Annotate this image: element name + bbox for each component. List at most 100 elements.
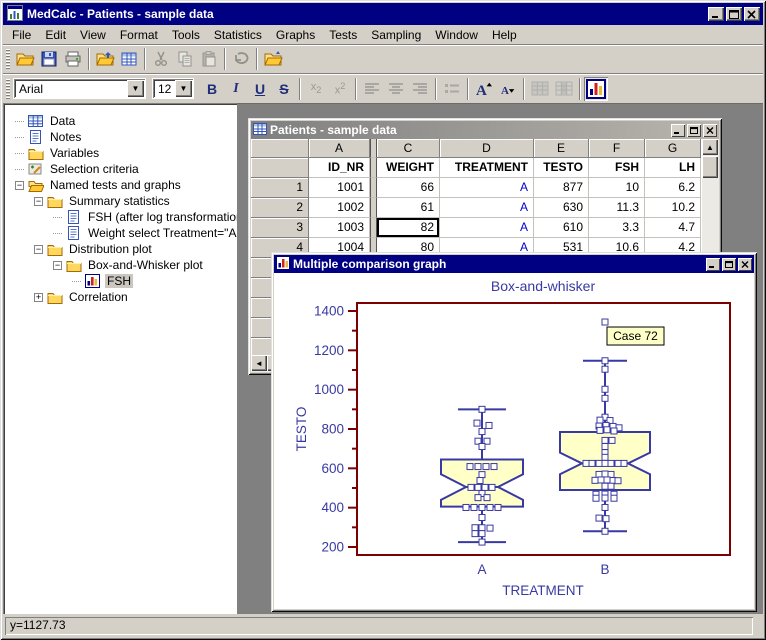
sheet-close-button[interactable] xyxy=(703,124,717,137)
spreadsheet-window-titlebar[interactable]: Patients - sample data xyxy=(251,121,719,139)
spreadsheet-icon[interactable] xyxy=(117,47,141,71)
graph-maximize-button[interactable] xyxy=(722,258,736,271)
menu-item-format[interactable]: Format xyxy=(113,26,165,44)
cell[interactable]: A xyxy=(440,218,534,238)
open-folder-icon[interactable] xyxy=(13,47,37,71)
toolbar-grip[interactable] xyxy=(6,49,10,69)
vscroll-thumb[interactable] xyxy=(702,156,718,178)
menu-item-view[interactable]: View xyxy=(73,26,113,44)
tree-item-data[interactable]: Data xyxy=(3,113,237,129)
cell[interactable]: A xyxy=(440,178,534,198)
minimize-button[interactable] xyxy=(708,7,724,21)
font-decrease-icon[interactable]: A xyxy=(496,77,520,101)
cell[interactable]: 82 xyxy=(377,218,440,238)
cell[interactable]: 61 xyxy=(377,198,440,218)
cell[interactable]: 630 xyxy=(534,198,589,218)
tree-item-weight-select-treatment-a[interactable]: Weight select Treatment="A" xyxy=(3,225,237,241)
cell[interactable]: 3.3 xyxy=(589,218,645,238)
tree-item-fsh-after-log-transformation[interactable]: FSH (after log transformation) xyxy=(3,209,237,225)
row-header[interactable]: 1 xyxy=(251,178,309,198)
cell[interactable]: 1001 xyxy=(309,178,370,198)
tree-item-label[interactable]: Data xyxy=(48,114,77,128)
tree-item-variables[interactable]: Variables xyxy=(3,145,237,161)
font-name-combo[interactable]: Arial ▼ xyxy=(13,78,146,99)
cell[interactable]: 6.2 xyxy=(645,178,701,198)
font-size-dropdown-icon[interactable]: ▼ xyxy=(175,80,192,97)
cell[interactable]: 877 xyxy=(534,178,589,198)
cell[interactable]: FSH xyxy=(589,158,645,178)
box-whisker-chart[interactable]: Box-and-whisker200400600800100012001400T… xyxy=(274,273,754,609)
save-icon[interactable] xyxy=(37,47,61,71)
font-size-combo[interactable]: 12 ▼ xyxy=(152,78,194,99)
tree-item-summary-statistics[interactable]: −Summary statistics xyxy=(3,193,237,209)
tree-item-label[interactable]: Box-and-Whisker plot xyxy=(86,258,205,272)
tree-item-label[interactable]: Correlation xyxy=(67,290,130,304)
menu-item-statistics[interactable]: Statistics xyxy=(207,26,269,44)
column-header[interactable]: C xyxy=(377,139,440,158)
cell[interactable]: 1003 xyxy=(309,218,370,238)
font-name-dropdown-icon[interactable]: ▼ xyxy=(127,80,144,97)
menu-item-tools[interactable]: Tools xyxy=(165,26,207,44)
menu-item-help[interactable]: Help xyxy=(485,26,524,44)
cell[interactable]: LH xyxy=(645,158,701,178)
pane-splitter[interactable] xyxy=(370,139,377,158)
cell[interactable]: 11.3 xyxy=(589,198,645,218)
collapse-icon[interactable]: − xyxy=(34,197,43,206)
scroll-left-icon[interactable]: ◄ xyxy=(251,355,267,371)
menu-item-file[interactable]: File xyxy=(5,26,38,44)
tree-item-label[interactable]: Distribution plot xyxy=(67,242,154,256)
tree-item-fsh[interactable]: FSH xyxy=(3,273,237,289)
underline-icon[interactable]: U xyxy=(248,77,272,101)
tree-item-label[interactable]: FSH (after log transformation) xyxy=(86,210,237,224)
column-header[interactable]: A xyxy=(309,139,370,158)
collapse-icon[interactable]: − xyxy=(53,261,62,270)
menu-item-edit[interactable]: Edit xyxy=(38,26,73,44)
menu-item-sampling[interactable]: Sampling xyxy=(364,26,428,44)
tree-item-notes[interactable]: Notes xyxy=(3,129,237,145)
collapse-icon[interactable]: − xyxy=(15,181,24,190)
tree-item-selection-criteria[interactable]: Selection criteria xyxy=(3,161,237,177)
row-header[interactable] xyxy=(251,158,309,178)
cell[interactable]: TESTO xyxy=(534,158,589,178)
bold-icon[interactable]: B xyxy=(200,77,224,101)
graph-icon[interactable] xyxy=(584,77,608,101)
column-header[interactable] xyxy=(251,139,309,158)
font-increase-icon[interactable]: A xyxy=(472,77,496,101)
pane-splitter[interactable] xyxy=(370,218,377,238)
pane-splitter[interactable] xyxy=(370,158,377,178)
cell[interactable]: WEIGHT xyxy=(377,158,440,178)
column-header[interactable]: F xyxy=(589,139,645,158)
menu-item-graphs[interactable]: Graphs xyxy=(269,26,322,44)
tree-item-label[interactable]: Notes xyxy=(48,130,83,144)
toolbar-grip[interactable] xyxy=(6,79,10,99)
cell[interactable]: 10 xyxy=(589,178,645,198)
pane-splitter[interactable] xyxy=(370,178,377,198)
cell[interactable]: ID_NR xyxy=(309,158,370,178)
window-titlebar[interactable]: MedCalc - Patients - sample data xyxy=(3,3,763,25)
cell[interactable]: A xyxy=(440,198,534,218)
print-icon[interactable] xyxy=(61,47,85,71)
column-header[interactable]: G xyxy=(645,139,701,158)
maximize-button[interactable] xyxy=(726,7,742,21)
column-header[interactable]: E xyxy=(534,139,589,158)
close-button[interactable] xyxy=(744,7,760,21)
menu-item-tests[interactable]: Tests xyxy=(322,26,364,44)
graph-window-titlebar[interactable]: Multiple comparison graph xyxy=(274,255,754,273)
graph-close-button[interactable] xyxy=(738,258,752,271)
cell[interactable]: 66 xyxy=(377,178,440,198)
column-header[interactable]: D xyxy=(440,139,534,158)
pane-splitter[interactable] xyxy=(370,198,377,218)
italic-icon[interactable]: I xyxy=(224,77,248,101)
tree-item-label[interactable]: FSH xyxy=(105,274,133,288)
tree-item-box-and-whisker-plot[interactable]: − Box-and-Whisker plot xyxy=(3,257,237,273)
tree-item-label[interactable]: Named tests and graphs xyxy=(48,178,183,192)
tree-item-label[interactable]: Variables xyxy=(48,146,101,160)
tree-item-correlation[interactable]: + Correlation xyxy=(3,289,237,305)
cell[interactable]: 1002 xyxy=(309,198,370,218)
expand-icon[interactable]: + xyxy=(34,293,43,302)
tree-item-named-tests-and-graphs[interactable]: − Named tests and graphs xyxy=(3,177,237,193)
cell[interactable]: 4.7 xyxy=(645,218,701,238)
cell[interactable]: 10.2 xyxy=(645,198,701,218)
strikethrough-icon[interactable]: S xyxy=(272,77,296,101)
open-recent-icon[interactable] xyxy=(261,47,285,71)
